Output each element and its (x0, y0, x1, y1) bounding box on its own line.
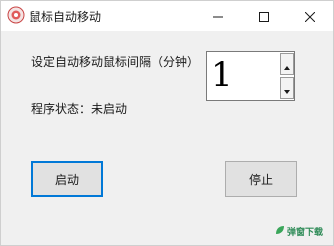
minimize-button[interactable] (195, 1, 241, 31)
minimize-icon (213, 7, 223, 26)
maximize-button[interactable] (241, 1, 287, 31)
status-label: 程序状态：未启动 (31, 102, 128, 116)
spin-down-button[interactable] (280, 77, 294, 99)
start-button[interactable]: 启动 (31, 161, 103, 197)
maximize-icon (259, 7, 269, 26)
app-window: 鼠标自动移动 设定自动移动鼠标间隔（分钟） 1 程序状态：未启动 启动 停止 弹… (0, 0, 334, 246)
arrow-down-icon (284, 79, 290, 98)
arrow-up-icon (284, 55, 290, 74)
stop-button[interactable]: 停止 (225, 161, 297, 197)
window-title: 鼠标自动移动 (29, 10, 102, 24)
interval-spinner[interactable]: 1 (206, 51, 295, 101)
interval-value[interactable]: 1 (211, 54, 233, 96)
watermark-text: 弹窗下载 (287, 228, 324, 238)
leaf-icon (275, 225, 285, 238)
close-icon (304, 7, 316, 26)
watermark: 弹窗下载 (275, 225, 323, 238)
close-button[interactable] (287, 1, 333, 31)
interval-label: 设定自动移动鼠标间隔（分钟） (31, 55, 200, 69)
mouse-app-icon (7, 6, 25, 24)
title-bar[interactable]: 鼠标自动移动 (1, 1, 333, 31)
spin-up-button[interactable] (280, 53, 294, 75)
